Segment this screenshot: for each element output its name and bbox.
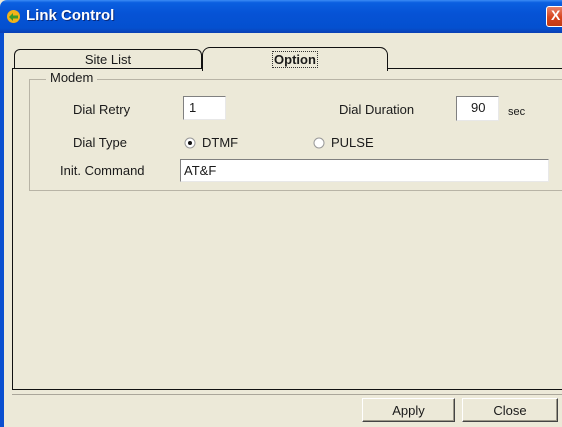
dial-type-label: Dial Type: [73, 135, 127, 150]
close-window-button[interactable]: X: [546, 6, 562, 27]
init-command-input[interactable]: AT&F: [180, 159, 549, 182]
radio-dtmf-label[interactable]: DTMF: [202, 135, 238, 150]
tab-option[interactable]: Option: [202, 47, 388, 71]
window-frame: [0, 33, 4, 427]
tab-option-label: Option: [272, 51, 318, 68]
radio-pulse[interactable]: [313, 137, 325, 149]
tab-site-list-label: Site List: [84, 52, 132, 67]
app-icon: [7, 10, 20, 23]
radio-pulse-label[interactable]: PULSE: [331, 135, 374, 150]
dial-duration-unit: sec: [508, 106, 526, 118]
modem-group-title: Modem: [46, 70, 98, 85]
apply-button[interactable]: Apply: [362, 398, 455, 422]
dial-retry-input[interactable]: 1: [183, 96, 226, 120]
dial-duration-input[interactable]: 90: [456, 96, 499, 121]
init-command-label: Init. Command: [60, 163, 145, 178]
radio-dtmf[interactable]: [184, 137, 196, 149]
close-button[interactable]: Close: [462, 398, 558, 422]
window-title: Link Control: [26, 7, 115, 24]
dial-duration-label: Dial Duration: [339, 102, 415, 117]
close-icon: X: [551, 7, 561, 23]
title-bar[interactable]: Link Control X: [0, 0, 562, 33]
dial-retry-label: Dial Retry: [73, 102, 131, 117]
footer-separator: [12, 394, 562, 395]
tab-site-list[interactable]: Site List: [14, 49, 202, 68]
